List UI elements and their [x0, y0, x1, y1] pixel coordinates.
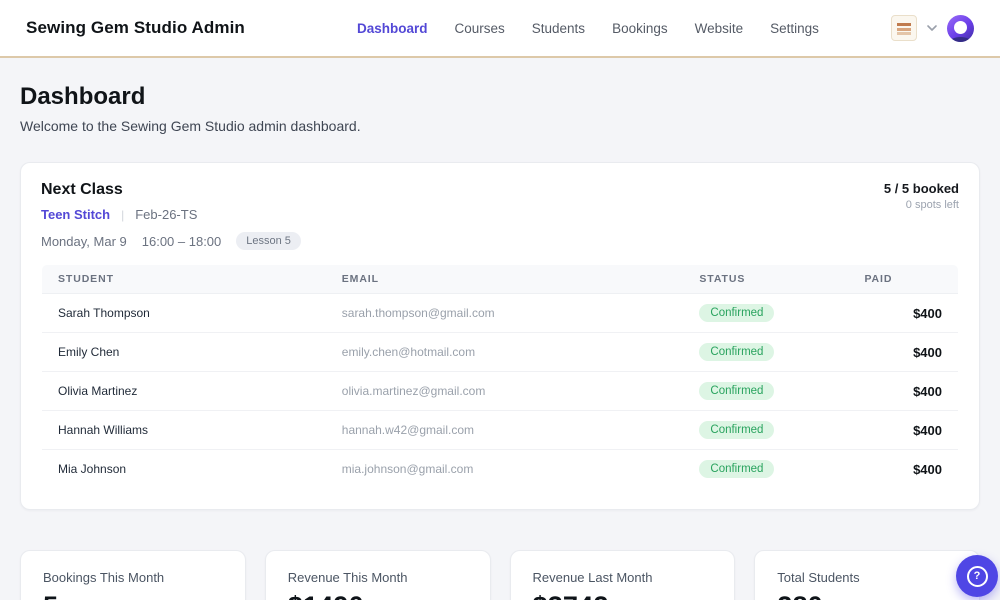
- lesson-badge: Lesson 5: [236, 232, 301, 250]
- status-badge: Confirmed: [699, 421, 774, 439]
- stat-value: 280: [777, 591, 957, 600]
- table-header-row: STUDENT EMAIL STATUS PAID: [42, 265, 959, 294]
- student-name: Sarah Thompson: [42, 294, 326, 333]
- status-badge: Confirmed: [699, 460, 774, 478]
- page-title: Dashboard: [20, 83, 980, 111]
- stats-row: Bookings This Month 5 Revenue This Month…: [20, 550, 980, 600]
- column-header-paid: PAID: [848, 265, 958, 294]
- column-header-student: STUDENT: [42, 265, 326, 294]
- main-nav: Dashboard Courses Students Bookings Webs…: [285, 21, 891, 36]
- student-name: Olivia Martinez: [42, 372, 326, 411]
- account-menu: [891, 15, 974, 42]
- stat-value: 5: [43, 591, 223, 600]
- app-title[interactable]: Sewing Gem Studio Admin: [26, 18, 245, 38]
- student-name: Mia Johnson: [42, 450, 326, 489]
- stat-label: Revenue This Month: [288, 570, 468, 585]
- next-class-card: Next Class Teen Stitch | Feb-26-TS Monda…: [20, 162, 980, 510]
- student-email: mia.johnson@gmail.com: [326, 450, 684, 489]
- student-roster-table: STUDENT EMAIL STATUS PAID Sarah Thompson…: [41, 264, 959, 489]
- student-email: hannah.w42@gmail.com: [326, 411, 684, 450]
- stat-card-revenue-this-month: Revenue This Month $1490: [265, 550, 491, 600]
- nav-item-students[interactable]: Students: [532, 21, 585, 36]
- capacity-summary: 5 / 5 booked 0 spots left: [884, 181, 959, 211]
- nav-item-settings[interactable]: Settings: [770, 21, 819, 36]
- table-row: Emily Chen emily.chen@hotmail.com Confir…: [42, 333, 959, 372]
- spots-left: 0 spots left: [884, 199, 959, 211]
- student-name: Hannah Williams: [42, 411, 326, 450]
- column-header-status: STATUS: [683, 265, 848, 294]
- stat-label: Total Students: [777, 570, 957, 585]
- top-navigation-bar: Sewing Gem Studio Admin Dashboard Course…: [0, 0, 1000, 58]
- course-link[interactable]: Teen Stitch: [41, 207, 110, 222]
- student-email: olivia.martinez@gmail.com: [326, 372, 684, 411]
- stat-card-bookings-this-month: Bookings This Month 5: [20, 550, 246, 600]
- class-time: 16:00 – 18:00: [142, 234, 222, 249]
- class-date: Monday, Mar 9: [41, 234, 127, 249]
- status-badge: Confirmed: [699, 304, 774, 322]
- paid-amount: $400: [848, 450, 958, 489]
- booked-count: 5 / 5 booked: [884, 181, 959, 196]
- divider: |: [121, 208, 124, 222]
- stat-value: $1490: [288, 591, 468, 600]
- dashboard-content: Dashboard Welcome to the Sewing Gem Stud…: [0, 83, 1000, 600]
- nav-item-dashboard[interactable]: Dashboard: [357, 21, 428, 36]
- table-row: Olivia Martinez olivia.martinez@gmail.co…: [42, 372, 959, 411]
- paid-amount: $400: [848, 333, 958, 372]
- next-class-info: Next Class Teen Stitch | Feb-26-TS Monda…: [41, 181, 301, 250]
- table-row: Mia Johnson mia.johnson@gmail.com Confir…: [42, 450, 959, 489]
- student-name: Emily Chen: [42, 333, 326, 372]
- paid-amount: $400: [848, 372, 958, 411]
- stat-label: Revenue Last Month: [533, 570, 713, 585]
- table-row: Hannah Williams hannah.w42@gmail.com Con…: [42, 411, 959, 450]
- help-button[interactable]: ?: [956, 555, 998, 597]
- nav-item-courses[interactable]: Courses: [454, 21, 504, 36]
- status-badge: Confirmed: [699, 382, 774, 400]
- stat-card-revenue-last-month: Revenue Last Month $3742: [510, 550, 736, 600]
- paid-amount: $400: [848, 294, 958, 333]
- student-email: emily.chen@hotmail.com: [326, 333, 684, 372]
- workspace-logo-thumbnail[interactable]: [891, 15, 917, 41]
- column-header-email: EMAIL: [326, 265, 684, 294]
- class-code: Feb-26-TS: [135, 207, 197, 222]
- nav-item-website[interactable]: Website: [695, 21, 744, 36]
- next-class-title: Next Class: [41, 181, 301, 199]
- page-subtitle: Welcome to the Sewing Gem Studio admin d…: [20, 118, 980, 134]
- student-email: sarah.thompson@gmail.com: [326, 294, 684, 333]
- nav-item-bookings[interactable]: Bookings: [612, 21, 668, 36]
- chevron-down-icon[interactable]: [926, 22, 938, 34]
- question-mark-icon: ?: [967, 566, 988, 587]
- stat-label: Bookings This Month: [43, 570, 223, 585]
- paid-amount: $400: [848, 411, 958, 450]
- stat-value: $3742: [533, 591, 713, 600]
- user-avatar[interactable]: [947, 15, 974, 42]
- table-row: Sarah Thompson sarah.thompson@gmail.com …: [42, 294, 959, 333]
- stat-card-total-students: Total Students 280: [754, 550, 980, 600]
- status-badge: Confirmed: [699, 343, 774, 361]
